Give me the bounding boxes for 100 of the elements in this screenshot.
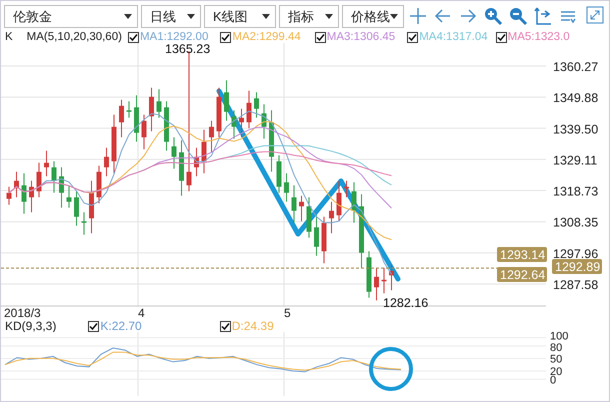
legend-label: D:24.39 bbox=[232, 320, 274, 332]
candlestick bbox=[142, 114, 146, 150]
candlestick bbox=[194, 147, 199, 177]
candlestick bbox=[246, 90, 252, 129]
candlestick bbox=[216, 87, 222, 138]
checkbox[interactable] bbox=[496, 32, 507, 42]
high-price-label: 1365.23 bbox=[165, 43, 210, 56]
candlestick bbox=[276, 154, 282, 194]
candlestick bbox=[306, 196, 312, 238]
candlestick bbox=[202, 129, 206, 174]
low-price-label: 1282.16 bbox=[383, 296, 428, 307]
candlestick bbox=[14, 171, 19, 198]
circle-annotation bbox=[369, 347, 413, 391]
checkbox[interactable] bbox=[128, 32, 139, 42]
expand-button[interactable] bbox=[584, 4, 606, 26]
caret-icon bbox=[390, 14, 398, 18]
axis-label: 1308.35 bbox=[553, 216, 598, 230]
candlestick bbox=[22, 172, 26, 214]
toolbar-button[interactable] bbox=[507, 5, 529, 27]
date-label: 5 bbox=[284, 307, 291, 320]
candlestick bbox=[134, 94, 139, 142]
candlestick bbox=[352, 182, 356, 224]
candlestick bbox=[29, 180, 34, 213]
dropdown[interactable]: 伦敦金 bbox=[4, 4, 138, 28]
date-label: 2018/3 bbox=[4, 307, 41, 320]
price-tag: 1292.89 bbox=[552, 259, 602, 274]
axis-label: 1329.11 bbox=[553, 153, 598, 168]
caret-icon bbox=[187, 14, 195, 18]
candlestick bbox=[209, 120, 214, 153]
candlestick bbox=[104, 147, 109, 177]
candlestick bbox=[262, 104, 266, 140]
candlestick bbox=[112, 114, 116, 174]
candlestick bbox=[254, 92, 259, 118]
legend-label: MA3:1306.45 bbox=[326, 31, 396, 43]
candlestick bbox=[366, 250, 372, 298]
checkbox[interactable] bbox=[220, 320, 231, 332]
candlestick bbox=[156, 88, 162, 118]
candlestick bbox=[172, 136, 176, 170]
axis-label: 100 bbox=[550, 332, 568, 343]
axis-label: 1318.73 bbox=[553, 184, 598, 199]
caret-icon bbox=[262, 14, 270, 18]
candlestick bbox=[314, 214, 319, 256]
candlestick bbox=[292, 184, 296, 224]
axis-label: 1339.50 bbox=[553, 122, 598, 136]
axis-label: 80 bbox=[550, 342, 562, 354]
candlestick bbox=[382, 267, 386, 294]
toolbar-button[interactable] bbox=[407, 5, 429, 27]
axis-label: 1360.27 bbox=[553, 60, 598, 74]
expand-icon bbox=[586, 6, 604, 24]
candlestick bbox=[389, 264, 394, 291]
candlestick bbox=[299, 195, 304, 222]
axis-label: 1297.96 bbox=[553, 246, 598, 261]
legend-label: MA4:1317.04 bbox=[419, 31, 488, 43]
candlestick bbox=[36, 162, 42, 198]
candlestick bbox=[6, 186, 12, 206]
dropdown[interactable]: 日线 bbox=[141, 4, 201, 28]
candlestick bbox=[96, 165, 102, 204]
candlestick bbox=[179, 140, 184, 196]
toolbar-button[interactable] bbox=[532, 5, 554, 27]
candlestick bbox=[374, 267, 379, 301]
candlestick bbox=[44, 150, 49, 177]
candlestick bbox=[284, 172, 289, 202]
checkbox[interactable] bbox=[88, 320, 100, 332]
candlestick bbox=[322, 216, 326, 264]
candlestick bbox=[52, 160, 56, 194]
crosshair-icon bbox=[408, 6, 428, 26]
price-tag: 1293.14 bbox=[497, 247, 547, 262]
legend-label: MA1:1292.00 bbox=[140, 31, 208, 43]
candlestick bbox=[66, 184, 72, 208]
axis-label: 1287.58 bbox=[553, 278, 598, 292]
caret-icon bbox=[325, 14, 333, 18]
indicator-label: MA(5,10,20,30,60) bbox=[26, 31, 122, 43]
axis-label: 0 bbox=[550, 374, 556, 386]
candlestick bbox=[59, 166, 64, 208]
checkbox[interactable] bbox=[407, 32, 418, 42]
candlestick bbox=[89, 180, 94, 234]
candlestick bbox=[224, 80, 229, 122]
candlestick bbox=[164, 100, 169, 152]
candlestick bbox=[344, 180, 349, 198]
candlestick bbox=[232, 110, 236, 140]
dropdown[interactable]: K线图 bbox=[204, 4, 276, 28]
candlestick bbox=[149, 87, 154, 132]
legend-label: MA5:1323.0 bbox=[508, 31, 570, 43]
checkbox[interactable] bbox=[314, 32, 326, 42]
toolbar-button[interactable] bbox=[482, 5, 504, 27]
candlestick bbox=[119, 99, 124, 138]
checkbox[interactable] bbox=[220, 32, 232, 42]
candlestick bbox=[336, 180, 342, 222]
candlestick bbox=[82, 212, 86, 236]
legend-label: K:22.70 bbox=[100, 320, 142, 332]
caret-icon bbox=[124, 14, 132, 18]
date-label: 4 bbox=[138, 307, 145, 320]
candlestick bbox=[329, 201, 334, 234]
dropdown[interactable]: 指标 bbox=[279, 4, 339, 28]
candlestick bbox=[239, 108, 244, 138]
price-tag: 1292.64 bbox=[497, 267, 547, 282]
chart-label: K bbox=[5, 31, 13, 43]
dropdown[interactable]: 价格线 bbox=[342, 4, 404, 28]
candlestick bbox=[74, 190, 79, 226]
candlestick bbox=[126, 100, 132, 118]
